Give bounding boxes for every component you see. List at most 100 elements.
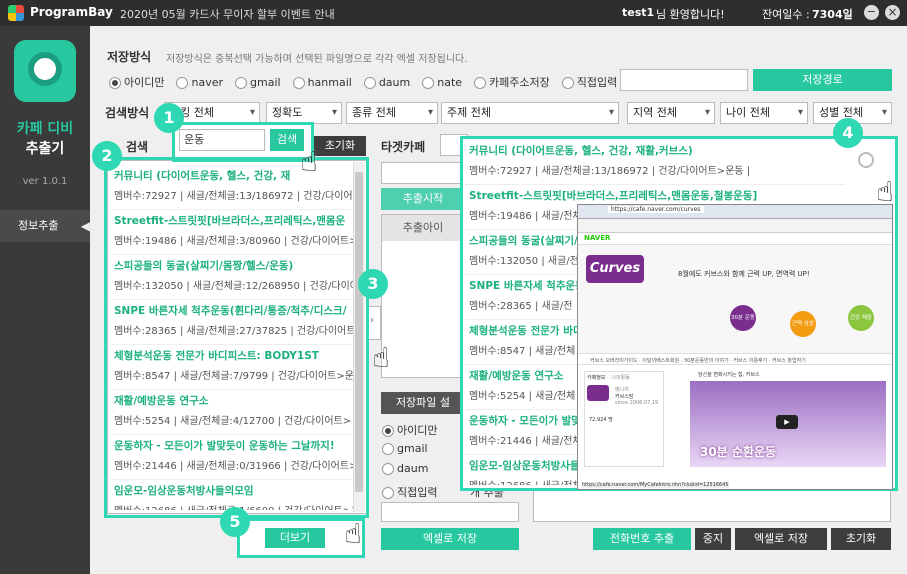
filter-topic[interactable]: 주제 전체 (441, 102, 619, 124)
video-box[interactable]: 30분 순환운동 ▶ (690, 381, 886, 467)
save-option-label: naver (191, 76, 223, 89)
save-option-0[interactable]: 아이디만 (109, 76, 164, 89)
keyword-label: 검색 (126, 140, 149, 154)
save-option-label: 아이디만 (124, 76, 165, 89)
radio-icon (561, 77, 574, 89)
filter-accuracy[interactable]: 정확도 (266, 102, 342, 124)
save-option-5[interactable]: nate (422, 76, 462, 89)
save-option-2[interactable]: gmail (235, 76, 281, 89)
middle-excel-button[interactable]: 엑셀로 저장 (381, 528, 519, 550)
play-icon[interactable]: ▶ (776, 415, 798, 429)
phone-extract-button[interactable]: 전화번호 추출 (593, 528, 691, 550)
extract-start-button[interactable]: 추출시작 (381, 188, 465, 210)
chevron-right-icon: › (370, 315, 374, 326)
search-icon[interactable] (858, 152, 874, 168)
save-option-label: 카페주소저장 (489, 76, 550, 89)
save-option-6[interactable]: 카페주소저장 (474, 76, 550, 89)
save-option-7[interactable]: 직접입력 (561, 76, 618, 89)
cafe-title: Streetfit-스트릿핏[바브라더스,프리레틱스,맨몸운동,철봉운동] (469, 190, 758, 202)
cafe-manager: 매니저 (615, 387, 629, 393)
radio-icon (474, 77, 487, 89)
extract-id-header: 추출아이 (382, 215, 464, 241)
custom-file-input[interactable] (381, 502, 519, 522)
search-icon (28, 52, 62, 86)
banner-slogan: 8월에도 커브스와 함께 근력 UP, 면역력 UP! (678, 270, 810, 278)
app-icon (14, 40, 76, 102)
filter-type[interactable]: 종류 전체 (346, 102, 438, 124)
right-result-area (533, 490, 891, 522)
keyword-input[interactable]: 운동 (179, 129, 265, 151)
close-button[interactable]: × (885, 5, 900, 20)
radio-gmail[interactable]: gmail (382, 442, 428, 455)
cafe-banner: Curves 8월에도 커브스와 함께 근력 UP, 면역력 UP! 30분 운… (578, 245, 892, 353)
step-badge-3: 3 (358, 269, 388, 299)
save-option-1[interactable]: naver (176, 76, 223, 89)
app-logo-icon (8, 5, 24, 21)
radio-icon (382, 425, 394, 437)
app-name-line1: 카페 디비 (16, 121, 74, 137)
minimize-button[interactable]: − (864, 5, 879, 20)
video-banner: 당신을 변화시키는 힘, 커브스 (698, 372, 760, 378)
browser-preview: https://cafe.naver.com/curves NAVER Curv… (577, 204, 893, 490)
save-radios: 아이디만 naver gmail hanmail daum nate 카페주소저장 직접입력 (109, 74, 619, 90)
tab-my-activity[interactable]: 나의활동 (611, 374, 629, 381)
radio-icon (363, 77, 376, 89)
cafe-stats: 멤버수:72927 | 새글/전체글:13/186972 | 건강/다이어트>운… (469, 166, 751, 177)
expand-toggle[interactable]: › (367, 306, 381, 340)
pointing-hand-icon: ☝ (344, 517, 362, 550)
notice-link[interactable]: 2020년 05월 카드사 무이자 할부 이벤트 안내 (120, 6, 335, 22)
radio-id-only[interactable]: 아이디만 (382, 422, 437, 438)
cafe-since: since 2006.07.19 (615, 400, 659, 406)
naver-logo: NAVER (584, 234, 611, 242)
filter-region[interactable]: 지역 전체 (627, 102, 715, 124)
target-input-2[interactable] (381, 162, 465, 184)
cafe-manager-name: 커브스맘 (615, 394, 634, 400)
sidebar: 카페 디비 추출기 ver 1.0.1 정보추출 ◀ (0, 26, 90, 574)
more-button[interactable]: 더보기 (265, 528, 325, 548)
save-option-label: nate (437, 76, 463, 89)
save-path-button[interactable]: 저장경로 (753, 69, 892, 91)
radio-icon (292, 77, 305, 89)
cafe-nav: 커브스 오버라이가이드 · 이달의베스트회원 · 30분운동만의 이야기 · 커… (578, 353, 892, 365)
step-badge-5: 5 (220, 507, 250, 537)
step-badge-1: 1 (154, 103, 184, 133)
radio-custom[interactable]: 직접입력 (382, 484, 437, 500)
save-option-3[interactable]: hanmail (292, 76, 352, 89)
save-option-label: 직접입력 (576, 76, 618, 89)
remain-label: 잔여일수 : (762, 8, 810, 21)
save-option-label: hanmail (307, 76, 352, 89)
step-badge-2: 2 (92, 141, 122, 171)
sidebar-item-extract[interactable]: 정보추출 ◀ (0, 210, 90, 242)
radio-icon (382, 463, 394, 475)
reset-button[interactable]: 초기화 (831, 528, 891, 550)
filter-age[interactable]: 나이 전체 (720, 102, 808, 124)
browser-url: https://cafe.naver.com/curves (608, 206, 704, 213)
cafe-title: 커뮤니티 (다이어트운동, 헬스, 건강, 재활,커브스) (469, 145, 693, 157)
save-option-label: gmail (250, 76, 281, 89)
tab-cafe-info[interactable]: 카페정보 (587, 374, 605, 381)
cafe-info-box: 카페정보 나의활동 매니저 커브스맘 since 2006.07.19 72,9… (584, 371, 664, 467)
radio-label: 아이디만 (397, 424, 438, 437)
stop-button[interactable]: 중지 (695, 528, 731, 550)
list-item[interactable]: 커뮤니티 (다이어트운동, 헬스, 건강, 재활,커브스) 멤버수:72927 |… (465, 140, 845, 185)
radio-label: 직접입력 (397, 486, 438, 499)
radio-icon (235, 77, 247, 89)
pointing-hand-icon: ☝ (300, 145, 318, 178)
step-2: 근력 상승 (790, 311, 816, 337)
target-cafe-label: 타겟카페 (381, 140, 426, 154)
radio-icon (422, 77, 435, 89)
save-option-4[interactable]: daum (363, 76, 411, 89)
sidebar-item-label: 정보추출 (18, 219, 59, 232)
app-logo-text: ProgramBay (30, 5, 113, 19)
result-list-highlight (104, 157, 369, 518)
radio-daum[interactable]: daum (382, 462, 428, 475)
excel-save-button[interactable]: 엑셀로 저장 (735, 528, 827, 550)
browser-status: https://cafe.naver.com/MyCafeIntro.nhn?c… (582, 482, 729, 488)
radio-label: gmail (397, 442, 428, 455)
custom-save-input[interactable] (620, 69, 748, 91)
save-option-label: daum (378, 76, 411, 89)
pointing-hand-icon: ☝ (876, 175, 894, 208)
search-label: 검색방식 (105, 106, 150, 120)
save-description: 저장방식은 중복선택 가능하며 선택된 파일명으로 각각 엑셀 저장됩니다. (166, 54, 468, 65)
radio-icon (109, 77, 121, 89)
